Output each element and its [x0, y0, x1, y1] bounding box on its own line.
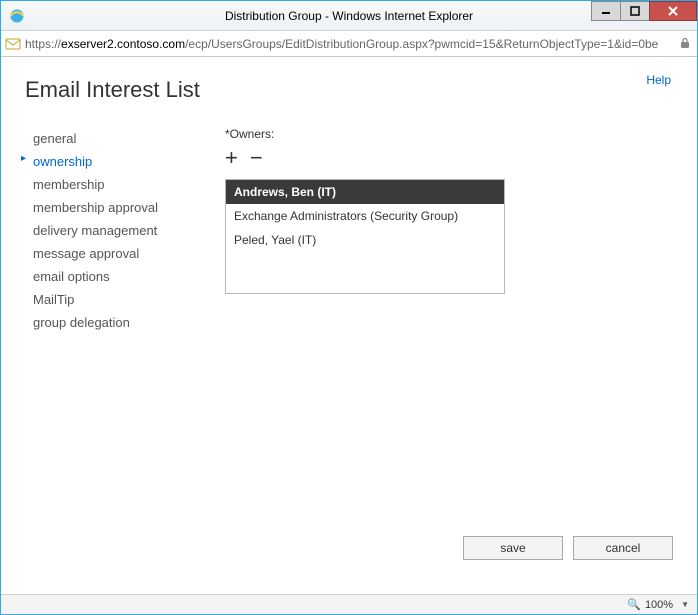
- page-heading: Email Interest List: [25, 77, 673, 103]
- page-favicon: [5, 36, 21, 52]
- lock-icon: [679, 37, 693, 51]
- ie-icon: [9, 8, 25, 24]
- side-nav: general ownership membership membership …: [25, 127, 205, 334]
- nav-email-options[interactable]: email options: [25, 265, 205, 288]
- minimize-button[interactable]: [591, 1, 621, 21]
- add-owner-button[interactable]: +: [225, 147, 238, 169]
- zoom-icon[interactable]: 🔍: [627, 598, 641, 611]
- remove-owner-button[interactable]: −: [250, 147, 263, 169]
- nav-message-approval[interactable]: message approval: [25, 242, 205, 265]
- close-button[interactable]: [649, 1, 697, 21]
- zoom-level[interactable]: 100%: [645, 599, 673, 611]
- maximize-button[interactable]: [620, 1, 650, 21]
- nav-group-delegation[interactable]: group delegation: [25, 311, 205, 334]
- owners-row[interactable]: Exchange Administrators (Security Group): [226, 204, 504, 228]
- owners-label: *Owners:: [225, 127, 673, 141]
- nav-mailtip[interactable]: MailTip: [25, 288, 205, 311]
- nav-membership-approval[interactable]: membership approval: [25, 196, 205, 219]
- cancel-button[interactable]: cancel: [573, 536, 673, 560]
- url-scheme: https://: [25, 37, 61, 51]
- zoom-dropdown-caret[interactable]: ▼: [681, 600, 689, 609]
- nav-general[interactable]: general: [25, 127, 205, 150]
- main-panel: *Owners: + − Andrews, Ben (IT) Exchange …: [225, 127, 673, 334]
- save-button[interactable]: save: [463, 536, 563, 560]
- content-pane: Help Email Interest List general ownersh…: [1, 57, 697, 594]
- window-controls: [592, 1, 697, 23]
- status-bar: 🔍 100% ▼: [1, 594, 697, 614]
- nav-ownership[interactable]: ownership: [25, 150, 205, 173]
- nav-delivery-management[interactable]: delivery management: [25, 219, 205, 242]
- url-path: /ecp/UsersGroups/EditDistributionGroup.a…: [185, 37, 658, 51]
- help-link[interactable]: Help: [646, 73, 671, 87]
- owners-row[interactable]: Andrews, Ben (IT): [226, 180, 504, 204]
- nav-membership[interactable]: membership: [25, 173, 205, 196]
- owners-toolbar: + −: [225, 147, 673, 169]
- address-url[interactable]: https://exserver2.contoso.com/ecp/UsersG…: [25, 37, 675, 51]
- owners-listbox[interactable]: Andrews, Ben (IT) Exchange Administrator…: [225, 179, 505, 294]
- dialog-footer: save cancel: [463, 536, 673, 560]
- address-bar: https://exserver2.contoso.com/ecp/UsersG…: [1, 31, 697, 57]
- owners-row[interactable]: Peled, Yael (IT): [226, 228, 504, 252]
- window-titlebar: Distribution Group - Windows Internet Ex…: [1, 1, 697, 31]
- url-host: exserver2.contoso.com: [61, 37, 185, 51]
